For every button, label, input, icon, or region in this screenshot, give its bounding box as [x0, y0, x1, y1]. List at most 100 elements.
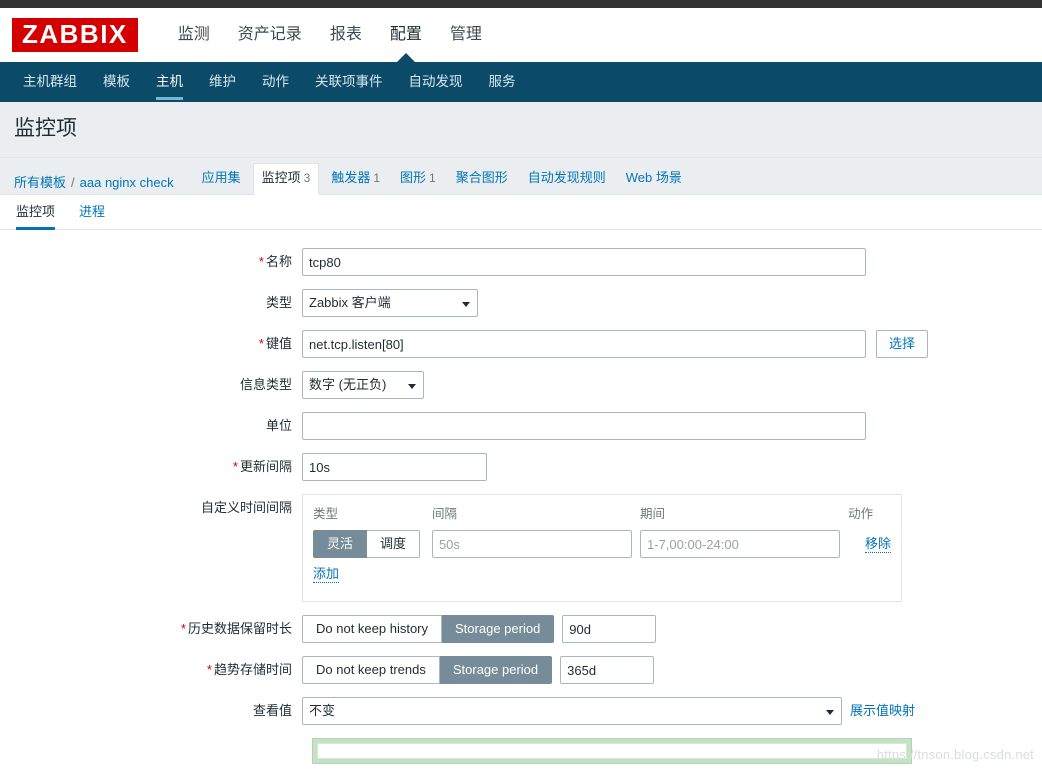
subnav-item-discovery[interactable]: 自动发现 — [396, 62, 476, 102]
interval-period-input[interactable] — [640, 530, 841, 559]
trends-storage-period-input[interactable] — [560, 656, 655, 685]
form-tabs: 监控项 进程 — [0, 194, 1042, 231]
interval-remove-link[interactable]: 移除 — [864, 536, 891, 553]
field-row-update-interval: * 更新间隔 — [0, 453, 1042, 482]
value-type-select[interactable]: 数字 (无正负) — [302, 371, 424, 400]
subnav-item-actions[interactable]: 动作 — [249, 62, 302, 102]
type-select-value: Zabbix 客户端 — [309, 295, 391, 311]
required-marker-key: * — [258, 336, 264, 352]
form-tab-item[interactable]: 监控项 — [16, 194, 56, 231]
primary-nav: 监测 资产记录 报表 配置 管理 — [164, 8, 496, 62]
trends-mode-toggle: Do not keep trends Storage period — [302, 656, 553, 685]
subnav-item-templates[interactable]: 模板 — [90, 62, 143, 102]
key-input[interactable] — [302, 330, 866, 359]
history-storage-period-input[interactable] — [562, 615, 657, 644]
breadcrumb-separator: / — [71, 175, 75, 191]
history-mode-toggle: Do not keep history Storage period — [302, 615, 555, 644]
breadcrumb-tab-discovery-rules[interactable]: 自动发现规则 — [520, 164, 614, 194]
interval-type-flexible-button[interactable]: 灵活 — [313, 530, 368, 559]
label-custom-intervals: 自定义时间间隔 — [0, 494, 302, 522]
zabbix-logo[interactable]: ZABBIX — [12, 18, 138, 52]
subnav-item-maintenance[interactable]: 维护 — [196, 62, 249, 102]
breadcrumb: 所有模板 / aaa nginx check 应用集 监控项 3 触发器 1 图形 1… — [0, 158, 1042, 196]
breadcrumb-tab-web-scenarios[interactable]: Web 场景 — [618, 164, 690, 194]
subnav-item-event-correlation[interactable]: 关联项事件 — [302, 62, 396, 102]
breadcrumb-tab-screens[interactable]: 聚合图形 — [448, 164, 516, 194]
field-row-value-type: 信息类型 数字 (无正负) — [0, 371, 1042, 400]
field-row-custom-intervals: 自定义时间间隔 类型 间隔 期间 动作 灵活 调度 50s 1-7,00:00-… — [0, 494, 1042, 603]
breadcrumb-tab-applications[interactable]: 应用集 — [194, 164, 249, 194]
update-interval-input[interactable] — [302, 453, 487, 482]
topnav-item-configuration[interactable]: 配置 — [376, 8, 436, 62]
custom-intervals-header-row: 类型 间隔 期间 动作 — [313, 503, 891, 530]
breadcrumb-tab-discovery-rules-label: 自动发现规则 — [527, 170, 606, 186]
topnav-item-reports[interactable]: 报表 — [316, 8, 376, 62]
trends-do-not-keep-button[interactable]: Do not keep trends — [302, 656, 440, 685]
breadcrumb-tab-graphs[interactable]: 图形 1 — [392, 164, 444, 194]
custom-intervals-header-action: 动作 — [848, 507, 874, 522]
value-map-select[interactable]: 不变 — [302, 697, 842, 726]
item-form: *名称 类型 Zabbix 客户端 *键值 选择 — [0, 230, 1042, 765]
required-marker-update-interval: * — [232, 459, 238, 475]
subnav-item-services[interactable]: 服务 — [476, 62, 529, 102]
custom-intervals-row: 灵活 调度 50s 1-7,00:00-24:00 移除 — [313, 530, 891, 566]
custom-intervals-add-cell: 添加 — [313, 566, 891, 591]
topnav-item-administration[interactable]: 管理 — [436, 8, 496, 62]
clipped-green-panel-inner — [317, 743, 907, 760]
custom-intervals-table: 类型 间隔 期间 动作 灵活 调度 50s 1-7,00:00-24:00 移除… — [313, 503, 891, 591]
name-input[interactable] — [302, 248, 866, 277]
page-title-band: 监控项 — [0, 102, 1042, 159]
key-select-button[interactable]: 选择 — [876, 330, 929, 359]
breadcrumb-tab-items[interactable]: 监控项 3 — [252, 163, 320, 196]
label-update-interval: * 更新间隔 — [0, 453, 302, 481]
clipped-green-panel — [312, 738, 912, 765]
topnav-item-inventory[interactable]: 资产记录 — [224, 8, 316, 62]
form-tab-preprocessing[interactable]: 进程 — [79, 194, 105, 230]
custom-intervals-cell-type: 灵活 调度 — [313, 530, 432, 566]
breadcrumb-all-templates[interactable]: 所有模板 — [14, 172, 66, 194]
topnav-item-monitoring[interactable]: 监测 — [164, 8, 224, 62]
breadcrumb-tab-graphs-label: 图形 — [400, 170, 427, 186]
history-storage-period-button[interactable]: Storage period — [442, 615, 555, 644]
label-key: * 键值 — [0, 330, 302, 358]
custom-intervals-cell-interval — [431, 530, 640, 566]
subnav-item-host-groups[interactable]: 主机群组 — [10, 62, 90, 102]
label-type-text: 类型 — [265, 295, 292, 311]
subnav-item-hosts[interactable]: 主机 — [143, 62, 196, 102]
show-value-mappings-link[interactable]: 展示值映射 — [850, 697, 915, 725]
field-row-trends: * 趋势存储时间 Do not keep trends Storage perio… — [0, 656, 1042, 685]
breadcrumb-tab-items-count: 3 — [303, 171, 311, 186]
field-row-name: * 名称 — [0, 248, 1042, 277]
label-name-text: 名称 — [265, 254, 292, 270]
interval-type-scheduling-button[interactable]: 调度 — [367, 530, 421, 559]
interval-type-toggle: 灵活 调度 — [313, 530, 421, 559]
value-type-select-value: 数字 (无正负) — [309, 377, 387, 393]
app-header: ZABBIX 监测 资产记录 报表 配置 管理 — [0, 8, 1042, 62]
required-marker-trends: * — [206, 662, 212, 678]
type-select[interactable]: Zabbix 客户端 — [302, 289, 478, 318]
breadcrumb-host-name[interactable]: aaa nginx check — [80, 172, 174, 194]
label-name: * 名称 — [0, 248, 302, 276]
label-history: * 历史数据保留时长 — [0, 615, 302, 643]
breadcrumb-tab-applications-label: 应用集 — [201, 170, 241, 186]
breadcrumb-tab-items-label: 监控项 — [261, 170, 301, 186]
field-row-type: 类型 Zabbix 客户端 — [0, 289, 1042, 318]
history-do-not-keep-button[interactable]: Do not keep history — [302, 615, 443, 644]
label-update-interval-text: 更新间隔 — [239, 459, 292, 475]
value-map-select-value: 不变 — [309, 703, 336, 719]
interval-add-link[interactable]: 添加 — [313, 566, 340, 584]
trends-storage-period-button[interactable]: Storage period — [439, 656, 553, 685]
units-input[interactable] — [302, 412, 866, 441]
interval-value-input[interactable] — [431, 530, 632, 559]
label-value-map: 查看值 — [0, 697, 302, 725]
label-history-text: 历史数据保留时长 — [187, 621, 292, 637]
custom-intervals-header-interval: 间隔 — [431, 507, 457, 522]
breadcrumb-tab-triggers[interactable]: 触发器 1 — [323, 164, 388, 194]
label-value-type-text: 信息类型 — [239, 377, 292, 393]
field-row-units: 单位 — [0, 412, 1042, 441]
secondary-nav: 主机群组 模板 主机 维护 动作 关联项事件 自动发现 服务 — [0, 62, 1042, 102]
label-trends: * 趋势存储时间 — [0, 656, 302, 684]
label-trends-text: 趋势存储时间 — [213, 662, 292, 678]
custom-intervals-cell-action: 移除 — [848, 530, 891, 566]
breadcrumb-tab-graphs-count: 1 — [429, 171, 436, 186]
